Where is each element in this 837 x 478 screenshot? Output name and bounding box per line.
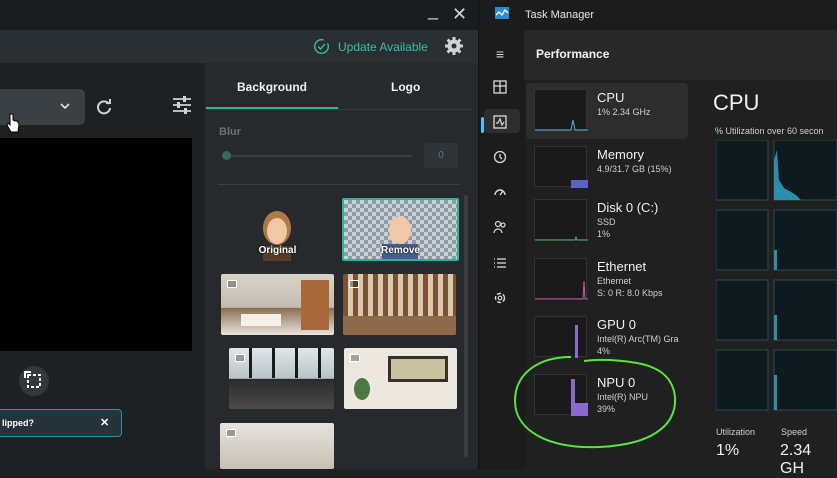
users-icon[interactable] <box>491 220 509 238</box>
chevron-down-icon <box>60 103 70 110</box>
gpu-mini-graph <box>534 316 587 358</box>
image-icon <box>350 354 360 362</box>
services-icon[interactable] <box>491 291 509 309</box>
resource-detail: SSD <box>597 217 616 227</box>
utilization-label: Utilization <box>716 427 756 437</box>
background-thumbnail-painting-wall[interactable] <box>344 348 457 409</box>
resource-name: Memory <box>597 147 644 162</box>
update-label: Update Available <box>338 39 428 54</box>
resource-detail: 4.9/31.7 GB (15%) <box>597 164 672 174</box>
nav-active-indicator <box>481 117 484 133</box>
notification-toast: lipped? ✕ <box>0 409 122 437</box>
blur-slider[interactable] <box>226 155 412 157</box>
background-thumbnail-wood-slats[interactable] <box>343 274 456 335</box>
image-icon <box>349 280 359 288</box>
check-circle-icon <box>314 39 329 54</box>
resource-item-ethernet[interactable]: Ethernet Ethernet S: 0 R: 8.0 Kbps <box>526 252 688 308</box>
tab-background[interactable]: Background <box>237 80 307 94</box>
processes-icon[interactable] <box>491 80 509 98</box>
toast-close-button[interactable]: ✕ <box>100 416 109 429</box>
toast-text: lipped? <box>2 418 34 428</box>
crop-button[interactable] <box>19 366 49 396</box>
thumbnail-remove-label: Remove <box>381 245 420 256</box>
resource-usage: 1% <box>597 229 611 239</box>
resource-name: Disk 0 (C:) <box>597 200 659 215</box>
resource-detail: Ethernet <box>597 276 632 286</box>
background-editor-app: _ ✕ Update Available lipped? ✕ Backgroun… <box>0 0 478 469</box>
resource-detail: Intel(R) Arc(TM) Gra <box>597 334 679 344</box>
resource-name: CPU <box>597 90 625 105</box>
thumbnail-original-label: Original <box>258 245 297 256</box>
blur-slider-handle[interactable] <box>222 151 231 160</box>
hamburger-icon[interactable]: ≡ <box>491 45 509 63</box>
app-titlebar: _ ✕ <box>0 0 478 30</box>
resource-item-cpu[interactable]: CPU 1% 2.34 GHz <box>526 83 688 139</box>
adjustments-icon[interactable] <box>172 96 192 114</box>
blur-label: Blur <box>219 126 241 138</box>
annotation-circle <box>513 356 677 449</box>
task-manager-titlebar: Task Manager <box>479 0 837 30</box>
thumbnail-scrollbar[interactable] <box>464 195 468 457</box>
resource-name: GPU 0 <box>597 317 637 332</box>
detail-title: CPU <box>713 90 760 115</box>
blur-value-input[interactable]: 0 <box>424 143 458 168</box>
tab-logo[interactable]: Logo <box>391 80 420 94</box>
image-icon <box>227 280 237 288</box>
ethernet-mini-graph <box>534 258 588 300</box>
resource-usage: S: 0 R: 8.0 Kbps <box>597 288 663 298</box>
speed-value: 2.34 GH <box>780 442 812 477</box>
task-manager-title: Task Manager <box>525 9 595 21</box>
resource-item-disk[interactable]: Disk 0 (C:) SSD 1% <box>526 193 688 249</box>
speed-label: Speed <box>781 427 808 437</box>
background-thumbnail-office[interactable] <box>220 423 334 469</box>
memory-mini-graph <box>534 146 588 188</box>
refresh-icon[interactable] <box>95 98 113 116</box>
details-icon[interactable] <box>491 256 509 274</box>
resource-item-memory[interactable]: Memory 4.9/31.7 GB (15%) <box>526 140 688 196</box>
hand-cursor-icon <box>6 113 20 133</box>
close-window-button[interactable]: ✕ <box>452 4 467 25</box>
utilization-value: 1% <box>716 442 740 459</box>
thumbnail-original[interactable]: Original <box>221 198 334 261</box>
crop-icon <box>24 371 41 388</box>
cpu-mini-graph <box>534 89 588 131</box>
performance-title: Performance <box>536 47 610 61</box>
startup-icon[interactable] <box>491 185 509 203</box>
minimize-button[interactable]: _ <box>428 0 438 21</box>
image-icon <box>226 429 236 437</box>
settings-gear-icon[interactable] <box>444 36 464 56</box>
camera-preview <box>0 138 192 351</box>
background-thumbnail-meeting-room[interactable] <box>229 348 334 409</box>
detail-subtitle: % Utilization over 60 secon <box>715 126 824 136</box>
thumbnail-remove[interactable]: Remove <box>342 198 459 261</box>
background-thumbnail-living-room[interactable] <box>221 274 334 335</box>
tab-divider <box>206 109 472 110</box>
cpu-core-graphs <box>716 140 837 411</box>
section-divider <box>218 184 460 185</box>
app-history-icon[interactable] <box>491 150 509 168</box>
update-available-button[interactable]: Update Available <box>313 38 428 55</box>
task-manager-logo-icon <box>495 7 509 19</box>
app-toolbar: Update Available <box>0 30 478 63</box>
disk-mini-graph <box>534 199 588 241</box>
resource-name: Ethernet <box>597 259 647 274</box>
performance-icon[interactable] <box>491 115 509 133</box>
resource-detail: 1% 2.34 GHz <box>597 107 651 117</box>
